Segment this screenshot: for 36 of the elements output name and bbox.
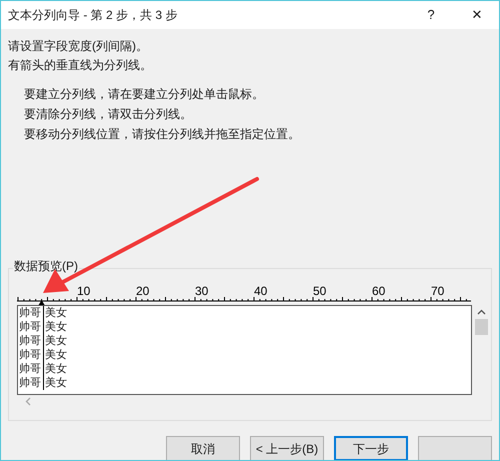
preview-cell: 美女	[44, 306, 67, 320]
help-button[interactable]: ?	[411, 1, 451, 29]
ruler-number: 50	[313, 284, 326, 298]
window-title: 文本分列向导 - 第 2 步，共 3 步	[8, 7, 178, 24]
preview-cell: 美女	[44, 362, 67, 376]
instruction-text: 有箭头的垂直线为分列线。	[8, 58, 153, 73]
ruler-number: 70	[431, 284, 444, 298]
ruler-number: 20	[136, 284, 150, 298]
instruction-text: 要建立分列线，请在要建立分列处单击鼠标。	[24, 87, 265, 102]
preview-cell: 美女	[44, 376, 67, 390]
dialog-button[interactable]: 取消	[166, 436, 240, 460]
column-ruler[interactable]: 10 20 30 40 50 60 70	[17, 284, 471, 306]
preview-cell: 帅哥	[18, 362, 44, 376]
preview-cell: 帅哥	[18, 334, 44, 348]
ruler-number: 30	[195, 284, 208, 298]
close-button[interactable]: ✕	[455, 1, 499, 29]
ruler-number: 60	[372, 284, 386, 298]
preview-cell: 美女	[44, 334, 67, 348]
preview-cell: 帅哥	[18, 348, 44, 362]
scroll-thumb[interactable]	[475, 319, 488, 335]
scroll-up-icon[interactable]	[477, 309, 486, 315]
preview-cell: 帅哥	[18, 376, 44, 390]
preview-cell: 帅哥	[18, 320, 44, 334]
preview-cell: 美女	[44, 348, 67, 362]
instruction-text: 请设置字段宽度(列间隔)。	[8, 39, 149, 54]
preview-cell: 帅哥	[18, 306, 44, 320]
dialog-button[interactable]: 下一步	[334, 436, 408, 460]
dialog-button[interactable]: < 上一步(B)	[250, 436, 324, 460]
preview-cell: 美女	[44, 320, 67, 334]
scroll-left-icon[interactable]	[25, 397, 31, 406]
instruction-text: 要移动分列线位置，请按住分列线并拖至指定位置。	[24, 127, 301, 142]
ruler-number: 10	[77, 284, 90, 298]
group-label: 数据预览(P)	[13, 259, 79, 274]
dialog-button[interactable]	[418, 436, 492, 460]
instruction-text: 要清除分列线，请双击分列线。	[24, 107, 193, 122]
ruler-number: 40	[254, 284, 268, 298]
